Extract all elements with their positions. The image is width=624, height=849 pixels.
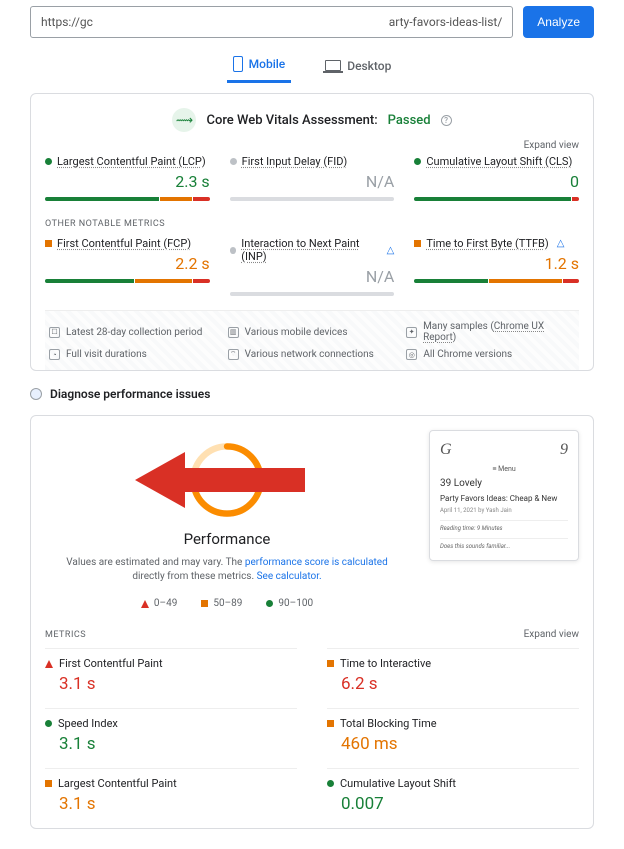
chrome-icon: ◎ bbox=[406, 349, 417, 360]
desktop-icon bbox=[325, 60, 341, 71]
clock-icon: ◔ bbox=[49, 349, 60, 360]
metric-fid[interactable]: First Input Delay (FID) N/A bbox=[230, 155, 395, 201]
calendar-icon: ☐ bbox=[49, 327, 60, 338]
status-icon bbox=[45, 720, 52, 727]
score-gauge: 72 bbox=[55, 440, 399, 520]
status-icon bbox=[327, 660, 334, 667]
info-item: ☐Latest 28-day collection period bbox=[49, 321, 218, 343]
metric-ttfb[interactable]: Time to First Byte (TTFB)△ 1.2 s bbox=[414, 237, 579, 296]
performance-panel: 72 Performance Values are estimated and … bbox=[30, 415, 594, 829]
cwv-status: Passed bbox=[388, 113, 431, 128]
metric-cell[interactable]: Speed Index3.1 s bbox=[45, 708, 297, 754]
info-item: ◎All Chrome versions bbox=[406, 349, 575, 360]
mobile-icon bbox=[233, 56, 243, 72]
status-square bbox=[45, 240, 52, 247]
notable-heading: OTHER NOTABLE METRICS bbox=[45, 219, 579, 229]
status-icon bbox=[45, 780, 52, 787]
devices-icon: ▥ bbox=[228, 327, 239, 338]
metric-cell[interactable]: First Contentful Paint3.1 s bbox=[45, 648, 297, 694]
pulse-icon: ⟿ bbox=[172, 108, 196, 132]
performance-desc: Values are estimated and may vary. The p… bbox=[55, 556, 399, 584]
chrome-ux-link[interactable]: Chrome UX Report bbox=[423, 321, 544, 343]
status-icon bbox=[327, 720, 334, 727]
metric-value: 3.1 s bbox=[59, 794, 297, 814]
metric-cls[interactable]: Cumulative Layout Shift (CLS) 0 bbox=[414, 155, 579, 201]
tab-mobile[interactable]: Mobile bbox=[227, 56, 292, 83]
info-item: ⌔Various network connections bbox=[228, 349, 397, 360]
metric-value: 0.007 bbox=[341, 794, 579, 814]
legend-orange-icon bbox=[201, 600, 208, 607]
status-dot bbox=[414, 158, 421, 165]
metric-cell[interactable]: Cumulative Layout Shift0.007 bbox=[327, 768, 579, 814]
score-legend: 0–49 50–89 90–100 bbox=[55, 598, 399, 609]
metric-value: 3.1 s bbox=[59, 674, 297, 694]
samples-icon: ✦ bbox=[406, 327, 417, 338]
status-square bbox=[414, 240, 421, 247]
metric-cell[interactable]: Time to Interactive6.2 s bbox=[327, 648, 579, 694]
score-link-2[interactable]: See calculator. bbox=[257, 571, 322, 582]
cwv-panel: ⟿ Core Web Vitals Assessment: Passed ? E… bbox=[30, 93, 594, 371]
legend-green-icon bbox=[266, 600, 273, 607]
page-preview: G9 ≡ Menu 39 Lovely Party Favors Ideas: … bbox=[429, 430, 579, 561]
flask-icon: △ bbox=[557, 238, 565, 249]
info-item: ◔Full visit durations bbox=[49, 349, 218, 360]
metric-cell[interactable]: Largest Contentful Paint3.1 s bbox=[45, 768, 297, 814]
score-value: 72 bbox=[215, 468, 240, 493]
tab-desktop[interactable]: Desktop bbox=[319, 56, 397, 83]
flask-icon: △ bbox=[387, 245, 395, 256]
performance-title: Performance bbox=[55, 530, 399, 548]
radio-icon bbox=[30, 388, 42, 400]
legend-red-icon bbox=[141, 600, 149, 608]
metric-lcp[interactable]: Largest Contentful Paint (LCP) 2.3 s bbox=[45, 155, 210, 201]
wifi-icon: ⌔ bbox=[228, 349, 239, 360]
diagnose-heading: Diagnose performance issues bbox=[30, 387, 594, 401]
metric-value: 6.2 s bbox=[341, 674, 579, 694]
url-input[interactable]: https://gc arty-favors-ideas-list/ bbox=[30, 6, 513, 38]
metrics-heading: METRICS bbox=[45, 630, 86, 640]
status-dot bbox=[45, 158, 52, 165]
status-dot bbox=[230, 247, 237, 254]
metric-inp[interactable]: Interaction to Next Paint (INP)△ N/A bbox=[230, 237, 395, 296]
metric-fcp[interactable]: First Contentful Paint (FCP) 2.2 s bbox=[45, 237, 210, 296]
analyze-button[interactable]: Analyze bbox=[523, 6, 594, 38]
expand-view-link[interactable]: Expand view bbox=[45, 140, 579, 151]
info-item: ✦Many samples (Chrome UX Report) bbox=[406, 321, 575, 343]
status-icon bbox=[327, 780, 334, 787]
info-icon[interactable]: ? bbox=[441, 115, 452, 126]
status-icon bbox=[45, 660, 53, 668]
status-dot bbox=[230, 158, 237, 165]
url-right: arty-favors-ideas-list/ bbox=[389, 15, 503, 29]
metric-value: 460 ms bbox=[341, 734, 579, 754]
expand-view-link-2[interactable]: Expand view bbox=[524, 629, 579, 640]
score-link-1[interactable]: performance score is calculated bbox=[245, 557, 388, 568]
info-item: ▥Various mobile devices bbox=[228, 321, 397, 343]
cwv-title: Core Web Vitals Assessment: bbox=[206, 113, 377, 128]
metric-cell[interactable]: Total Blocking Time460 ms bbox=[327, 708, 579, 754]
metric-value: 3.1 s bbox=[59, 734, 297, 754]
url-left: https://gc bbox=[41, 15, 93, 29]
